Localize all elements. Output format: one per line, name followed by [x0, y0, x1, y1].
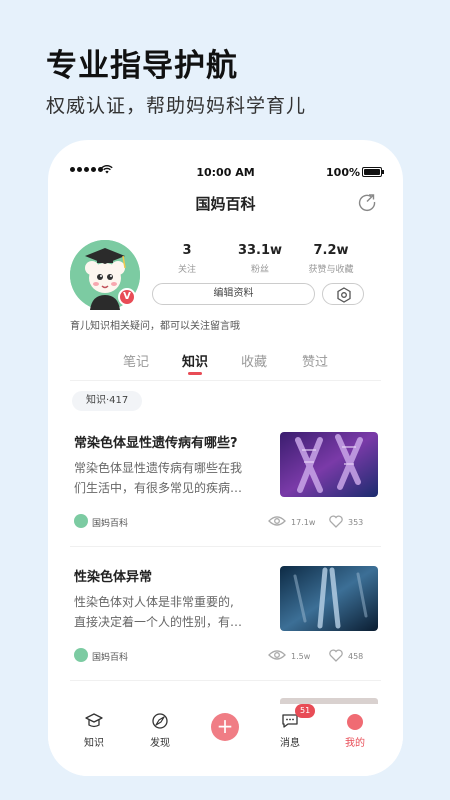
view-count: 17.1w — [291, 518, 316, 527]
nav-item-knowledge[interactable]: 知识 — [74, 712, 114, 749]
stat-label: 粉丝 — [250, 265, 269, 275]
nav-item-me[interactable]: 我的 — [335, 712, 375, 749]
eye-icon — [268, 650, 286, 660]
page-title: 国妈百科 — [195, 195, 256, 213]
divider — [70, 546, 381, 547]
battery-percent: 100% — [326, 166, 360, 179]
tab-collections[interactable]: 收藏 — [241, 351, 267, 370]
battery-icon — [362, 167, 384, 177]
like-count: 458 — [348, 652, 364, 661]
nav-label: 消息 — [280, 738, 300, 749]
excerpt-line: 们生活中，有很多常见的疾病… — [74, 481, 243, 495]
article-title: 常染色体显性遗传病有哪些? — [74, 436, 238, 451]
author-avatar — [74, 514, 88, 528]
stat-likes-collections[interactable]: 7.2w 获赞与收藏 — [296, 243, 366, 275]
divider — [70, 380, 381, 381]
stat-value: 3 — [182, 243, 192, 258]
bottom-nav: 知识 发现 + 消息 51 我的 — [48, 704, 403, 776]
compass-icon — [152, 713, 168, 729]
status-bar: 10:00 AM 100% — [48, 140, 403, 200]
author-name: 国妈百科 — [92, 653, 129, 663]
create-post-button[interactable]: + — [211, 713, 239, 741]
settings-button[interactable] — [322, 283, 364, 305]
edit-profile-button[interactable]: 编辑资料 — [152, 283, 315, 305]
tab-bar: 笔记 知识 收藏 赞过 — [48, 351, 403, 375]
verified-badge: V — [118, 288, 136, 306]
heart-icon[interactable] — [329, 515, 343, 528]
phone-screen: 10:00 AM 100% 国妈百科 V 3 关注 33.1w 粉丝 7.2w … — [48, 140, 403, 776]
tab-liked[interactable]: 赞过 — [302, 351, 328, 370]
promo-title: 专业指导护航 — [46, 48, 238, 84]
article-thumbnail — [280, 432, 378, 497]
author-name: 国妈百科 — [92, 519, 129, 529]
message-count-badge: 51 — [295, 704, 316, 718]
me-icon — [347, 714, 363, 730]
excerpt-line: 直接决定着一个人的性别，有… — [74, 615, 243, 629]
article-excerpt: 常染色体显性遗传病有哪些在我 们生活中，有很多常见的疾病… — [74, 458, 264, 498]
chromosome-image — [280, 432, 378, 497]
share-icon[interactable] — [357, 192, 377, 212]
author-avatar — [74, 648, 88, 662]
filter-pill[interactable]: 知识·417 — [72, 391, 143, 411]
nav-label: 我的 — [345, 738, 365, 749]
promo-subtitle: 权威认证，帮助妈妈科学育儿 — [46, 95, 307, 117]
gear-icon — [337, 287, 351, 303]
nav-item-discover[interactable]: 发现 — [140, 712, 180, 749]
divider — [70, 680, 381, 681]
heart-icon[interactable] — [329, 649, 343, 662]
stat-followers[interactable]: 33.1w 粉丝 — [225, 243, 295, 275]
chromosome-image — [280, 566, 378, 631]
stat-value: 7.2w — [313, 243, 349, 258]
excerpt-line: 性染色体对人体是非常重要的, — [74, 595, 234, 609]
stat-following[interactable]: 3 关注 — [152, 243, 222, 275]
stat-label: 获赞与收藏 — [308, 265, 354, 275]
eye-icon — [268, 516, 286, 526]
profile-bio: 育儿知识相关疑问，都可以关注留言哦 — [70, 321, 240, 332]
tab-knowledge[interactable]: 知识 — [182, 351, 208, 370]
view-count: 1.5w — [291, 652, 311, 661]
like-count: 353 — [348, 518, 364, 527]
active-tab-indicator — [188, 372, 202, 375]
tab-notes[interactable]: 笔记 — [123, 351, 149, 370]
graduation-cap-icon — [85, 713, 103, 728]
article-title: 性染色体异常 — [74, 570, 153, 585]
nav-label: 知识 — [84, 738, 104, 749]
article-thumbnail — [280, 566, 378, 631]
nav-label: 发现 — [150, 738, 170, 749]
article-excerpt: 性染色体对人体是非常重要的, 直接决定着一个人的性别，有… — [74, 592, 264, 632]
stat-label: 关注 — [177, 265, 196, 275]
excerpt-line: 常染色体显性遗传病有哪些在我 — [74, 461, 243, 475]
stat-value: 33.1w — [237, 243, 283, 258]
